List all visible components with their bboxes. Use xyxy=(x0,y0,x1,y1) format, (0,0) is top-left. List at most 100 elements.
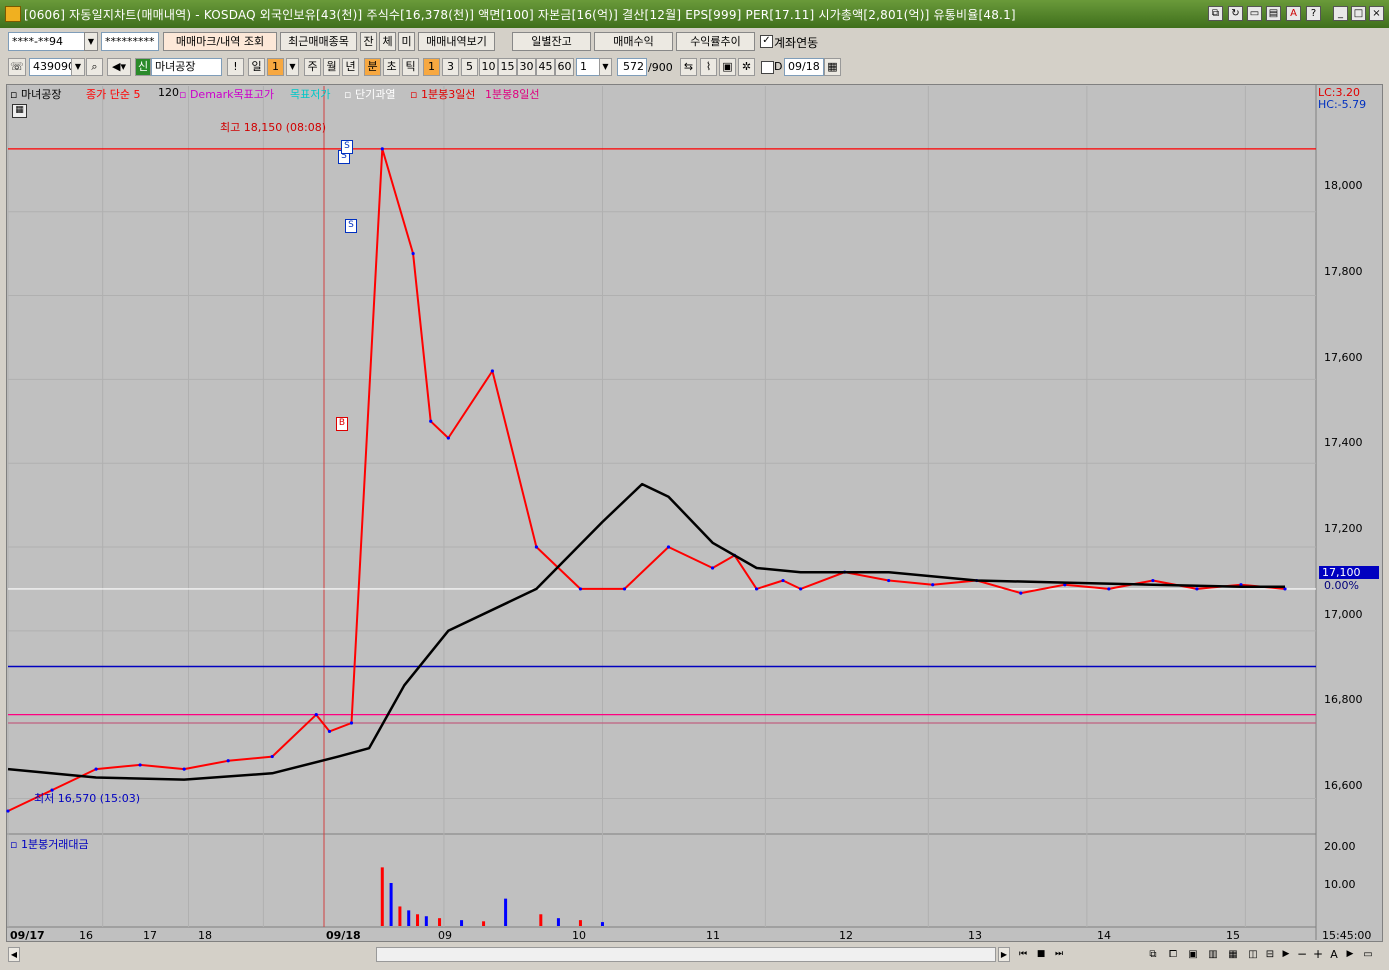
vol-tick-10: 10.00 xyxy=(1324,878,1356,891)
price-point-31 xyxy=(1151,578,1155,583)
volume-bar-6 xyxy=(438,918,442,926)
y-tick-17600: 17,600 xyxy=(1324,351,1363,364)
price-point-8 xyxy=(327,729,332,734)
price-point-6 xyxy=(270,754,274,759)
x-tick-0918: 09/18 xyxy=(326,929,361,942)
expand-icon[interactable]: ▶ xyxy=(1344,947,1356,962)
price-point-19 xyxy=(710,566,715,570)
legend-demark-high-label: Demark목표고가 xyxy=(189,88,275,101)
price-point-16 xyxy=(578,587,583,591)
high-annotation: 최고 18,150 (08:08) xyxy=(220,121,327,134)
legend-ma120[interactable]: 120 xyxy=(158,86,179,99)
zoom-out-icon[interactable]: − xyxy=(1296,947,1308,962)
price-point-10 xyxy=(380,147,384,151)
scroll-right-icon[interactable]: ▶ xyxy=(998,947,1010,962)
volume-bar-12 xyxy=(578,920,582,926)
price-point-21 xyxy=(754,587,759,591)
layout-icon[interactable]: ▥ xyxy=(1206,947,1220,962)
price-point-17 xyxy=(622,587,627,591)
price-point-28 xyxy=(1019,591,1023,595)
legend-3day-label: 1분봉3일선 xyxy=(420,88,476,101)
volume-bar-11 xyxy=(556,918,560,926)
volume-bar-13 xyxy=(600,922,604,926)
legend-8day[interactable]: 1분봉8일선 xyxy=(485,86,539,102)
x-tick-18: 18 xyxy=(198,929,212,942)
volume-bar-4 xyxy=(416,914,420,926)
text-tool-icon[interactable]: A xyxy=(1328,947,1340,962)
maximize-chart-icon[interactable]: ▭ xyxy=(1362,947,1374,962)
legend-stock[interactable]: ▫ 마녀공장 xyxy=(10,86,61,102)
volume-panel-label: ▫ 1분봉거래대금 xyxy=(10,838,89,851)
vol-tick-20: 20.00 xyxy=(1324,840,1356,853)
price-point-9 xyxy=(349,721,354,725)
volume-bar-2 xyxy=(398,906,402,926)
scroll-left-icon[interactable]: ◀ xyxy=(8,947,20,962)
table-view-icon[interactable]: ▦ xyxy=(12,104,27,118)
x-tick-17: 17 xyxy=(143,929,157,942)
price-point-4 xyxy=(182,767,186,771)
volume-bar-3 xyxy=(407,910,411,926)
legend-demark-high[interactable]: ▫ Demark목표고가 xyxy=(179,86,274,102)
sell-marker-2[interactable]: S xyxy=(341,140,353,154)
volume-bar-5 xyxy=(424,916,428,926)
price-chart[interactable] xyxy=(0,0,1389,970)
volume-bar-10 xyxy=(539,914,543,926)
zoom-in-icon[interactable]: + xyxy=(1312,947,1324,962)
scroll-thumb[interactable] xyxy=(376,947,996,962)
price-point-3 xyxy=(138,763,142,767)
price-point-25 xyxy=(887,578,891,583)
dock-icon[interactable]: ⊟ xyxy=(1264,947,1276,962)
play-icon[interactable]: ▶ xyxy=(1280,947,1292,962)
price-point-22 xyxy=(781,578,785,583)
y-tick-17800: 17,800 xyxy=(1324,265,1363,278)
y-tick-17400: 17,400 xyxy=(1324,436,1363,449)
x-tick-12: 12 xyxy=(839,929,853,942)
volume-bar-9 xyxy=(504,898,508,926)
x-tick-13: 13 xyxy=(968,929,982,942)
x-tick-11: 11 xyxy=(706,929,720,942)
buy-marker[interactable]: B xyxy=(336,417,348,431)
price-point-0 xyxy=(6,809,10,813)
legend-demark-low[interactable]: 목표저가 xyxy=(290,86,330,102)
y-tick-17000: 17,000 xyxy=(1324,608,1363,621)
price-point-15 xyxy=(534,545,539,549)
price-point-26 xyxy=(931,583,935,587)
current-pct: 0.00% xyxy=(1324,579,1359,592)
last-page-icon[interactable]: ⏭ xyxy=(1052,947,1066,962)
low-annotation: 최저 16,570 (15:03) xyxy=(34,792,141,805)
legend-3day[interactable]: ▫ 1분봉3일선 xyxy=(410,86,475,102)
first-page-icon[interactable]: ⏮ xyxy=(1016,947,1030,962)
price-point-5 xyxy=(226,759,230,763)
y-tick-18000: 18,000 xyxy=(1324,179,1363,192)
copy-icon[interactable]: ▣ xyxy=(1186,947,1200,962)
grid-icon[interactable]: ▦ xyxy=(1226,947,1240,962)
capture-icon[interactable]: ⧠ xyxy=(1166,947,1180,962)
split-icon[interactable]: ◫ xyxy=(1246,947,1260,962)
x-tick-0917: 09/17 xyxy=(10,929,45,942)
price-point-30 xyxy=(1107,587,1111,591)
price-point-7 xyxy=(314,713,318,717)
legend-overheat-label: 단기과열 xyxy=(354,88,396,101)
volume-panel-bg xyxy=(7,835,1316,927)
y-tick-16800: 16,800 xyxy=(1324,693,1363,706)
y-tick-16600: 16,600 xyxy=(1324,779,1363,792)
volume-bar-1 xyxy=(389,883,393,926)
hc-value: HC:-5.79 xyxy=(1318,98,1367,111)
current-price-tag: 17,100 xyxy=(1319,566,1379,579)
x-tick-10: 10 xyxy=(572,929,586,942)
stop-icon[interactable]: ■ xyxy=(1034,947,1048,962)
volume-bar-8 xyxy=(482,921,486,926)
price-point-18 xyxy=(666,545,671,549)
sell-marker-3[interactable]: S xyxy=(345,219,357,233)
legend-overheat[interactable]: ▫ 단기과열 xyxy=(344,86,395,102)
price-point-23 xyxy=(799,587,803,591)
bottom-scrollbar[interactable]: ◀ ▶ ⏮ ■ ⏭ ⧉ ⧠ ▣ ▥ ▦ ◫ ⊟ ▶ − + A ▶ ▭ xyxy=(6,944,1383,966)
price-point-2 xyxy=(94,767,98,771)
legend-ma5[interactable]: 종가 단순 5 xyxy=(86,86,140,102)
price-point-13 xyxy=(446,436,450,440)
x-tick-16: 16 xyxy=(79,929,93,942)
x-tick-14: 14 xyxy=(1097,929,1111,942)
price-point-32 xyxy=(1195,587,1199,591)
zoom-fit-icon[interactable]: ⧉ xyxy=(1146,947,1160,962)
volume-bar-7 xyxy=(460,920,464,926)
